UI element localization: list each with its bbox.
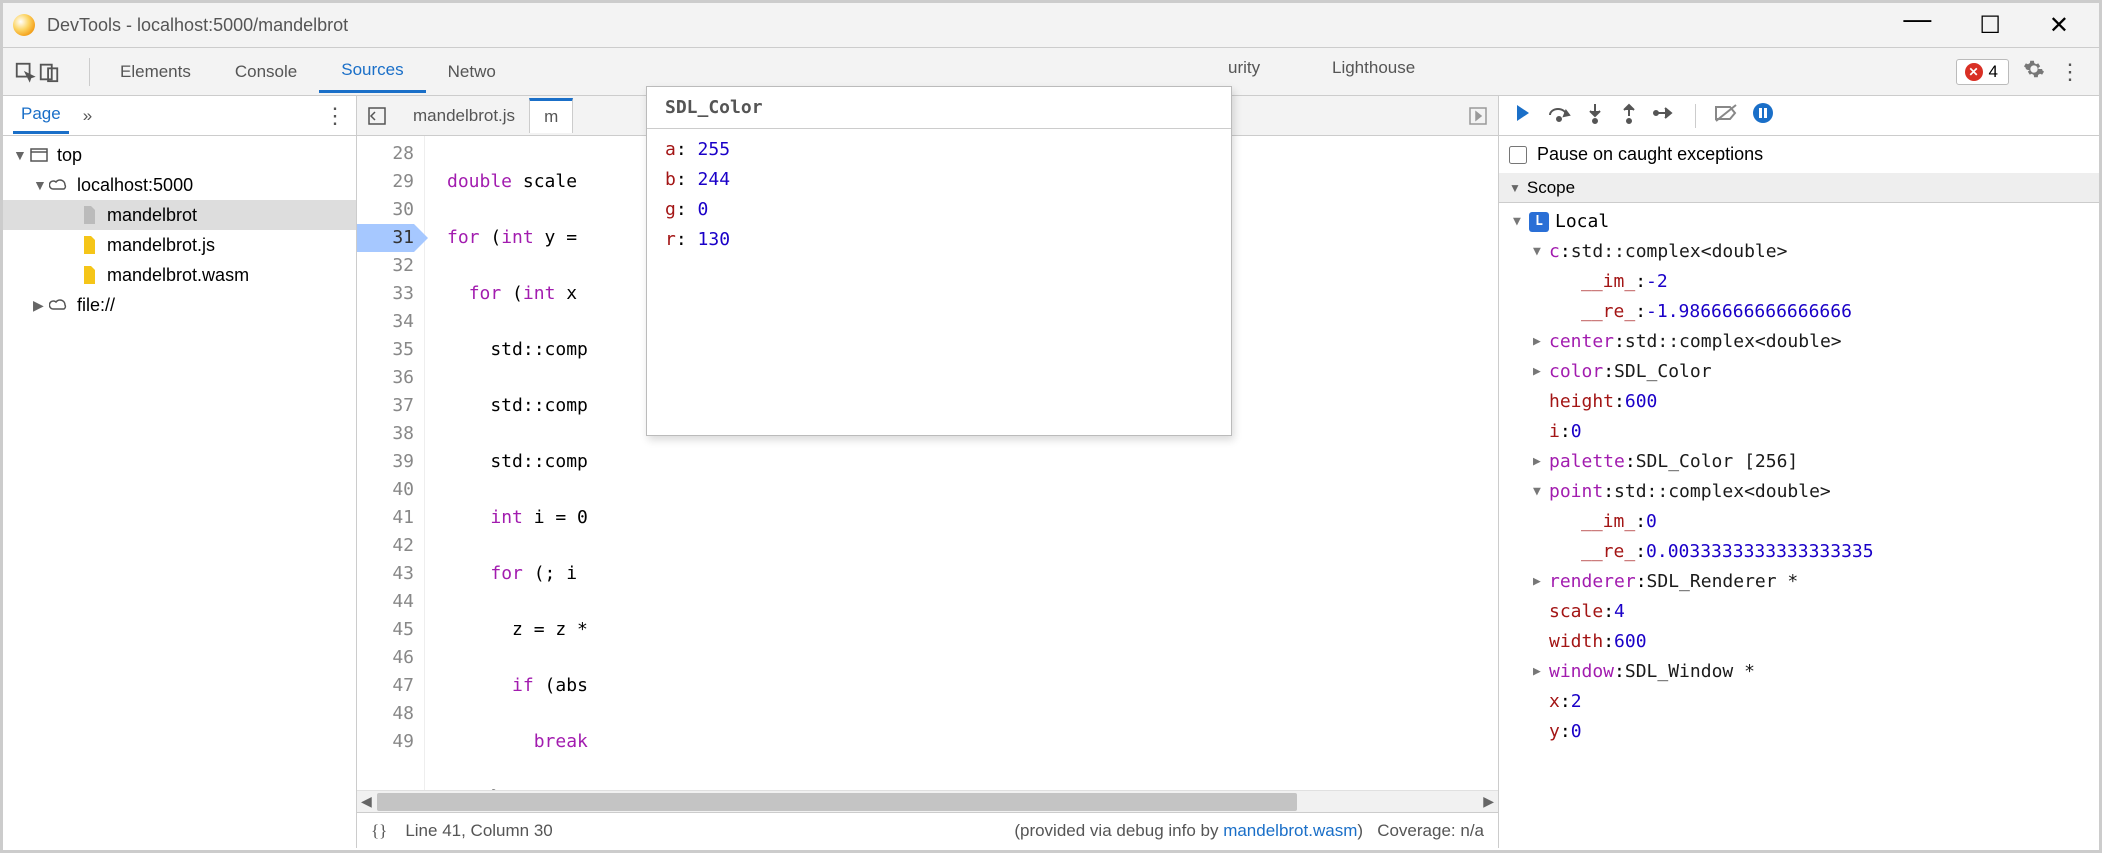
tab-security-partial[interactable]: urity bbox=[1228, 58, 1260, 78]
minimize-button[interactable]: — bbox=[1903, 3, 1931, 35]
var-point-re[interactable]: __re_: 0.0033333333333333335 bbox=[1507, 537, 2099, 567]
coverage-label: Coverage: n/a bbox=[1377, 821, 1484, 840]
tab-sources[interactable]: Sources bbox=[319, 50, 425, 93]
editor-tab-js[interactable]: mandelbrot.js bbox=[399, 100, 529, 132]
step-over-icon[interactable] bbox=[1547, 103, 1571, 128]
hover-tooltip: SDL_Color a: 255 b: 244 g: 0 r: 130 bbox=[646, 86, 1232, 436]
var-width[interactable]: width: 600 bbox=[1507, 627, 2099, 657]
settings-icon[interactable] bbox=[2023, 58, 2045, 85]
cloud-icon bbox=[49, 296, 69, 314]
more-tabs[interactable]: » bbox=[83, 106, 92, 126]
var-scale[interactable]: scale: 4 bbox=[1507, 597, 2099, 627]
tab-console[interactable]: Console bbox=[213, 52, 319, 92]
pause-caught-label: Pause on caught exceptions bbox=[1537, 144, 1763, 165]
var-renderer[interactable]: ▶renderer: SDL_Renderer * bbox=[1507, 567, 2099, 597]
var-center[interactable]: ▶center: std::complex<double> bbox=[1507, 327, 2099, 357]
close-button[interactable]: ✕ bbox=[2049, 11, 2069, 40]
var-window[interactable]: ▶window: SDL_Window * bbox=[1507, 657, 2099, 687]
var-i[interactable]: i: 0 bbox=[1507, 417, 2099, 447]
var-y[interactable]: y: 0 bbox=[1507, 717, 2099, 747]
pause-exceptions-icon[interactable] bbox=[1752, 102, 1774, 129]
debug-info-link[interactable]: mandelbrot.wasm bbox=[1223, 821, 1357, 840]
error-count-badge[interactable]: ✕ 4 bbox=[1956, 59, 2009, 85]
document-icon bbox=[79, 206, 99, 224]
var-c-re[interactable]: __re_: -1.9866666666666666 bbox=[1507, 297, 2099, 327]
tree-file-js[interactable]: mandelbrot.js bbox=[3, 230, 356, 260]
cursor-position: Line 41, Column 30 bbox=[405, 821, 552, 841]
run-snippet-icon[interactable] bbox=[1466, 106, 1490, 126]
nav-toggle-icon[interactable] bbox=[365, 106, 389, 126]
tree-top[interactable]: ▼ top bbox=[3, 140, 356, 170]
debugger-panel: Pause on caught exceptions ▼Scope ▼LLoca… bbox=[1499, 96, 2099, 848]
sidebar-kebab-icon[interactable]: ⋮ bbox=[324, 103, 346, 129]
inspect-icon[interactable] bbox=[13, 61, 37, 83]
tree-file-wasm[interactable]: mandelbrot.wasm bbox=[3, 260, 356, 290]
horizontal-scrollbar[interactable]: ◀ ▶ bbox=[357, 790, 1498, 812]
var-point[interactable]: ▼point: std::complex<double> bbox=[1507, 477, 2099, 507]
step-icon[interactable] bbox=[1653, 103, 1677, 128]
script-icon bbox=[79, 266, 99, 284]
var-color[interactable]: ▶color: SDL_Color bbox=[1507, 357, 2099, 387]
window-titlebar: DevTools - localhost:5000/mandelbrot — ☐… bbox=[3, 3, 2099, 48]
var-height[interactable]: height: 600 bbox=[1507, 387, 2099, 417]
frame-icon bbox=[29, 146, 49, 164]
pretty-print-icon[interactable]: {} bbox=[371, 821, 387, 841]
error-icon: ✕ bbox=[1965, 63, 1983, 81]
tab-elements[interactable]: Elements bbox=[98, 52, 213, 92]
var-point-im[interactable]: __im_: 0 bbox=[1507, 507, 2099, 537]
error-count: 4 bbox=[1989, 62, 1998, 82]
line-gutter[interactable]: 2829303132333435363738394041424344454647… bbox=[357, 136, 425, 790]
cloud-icon bbox=[49, 176, 69, 194]
tab-network[interactable]: Netwo bbox=[426, 52, 518, 92]
tab-lighthouse[interactable]: Lighthouse bbox=[1332, 58, 1415, 78]
resume-icon[interactable] bbox=[1511, 103, 1533, 128]
deactivate-breakpoints-icon[interactable] bbox=[1714, 103, 1738, 128]
var-c-im[interactable]: __im_: -2 bbox=[1507, 267, 2099, 297]
tree-host[interactable]: ▼ localhost:5000 bbox=[3, 170, 356, 200]
devtools-icon bbox=[13, 14, 35, 36]
window-title: DevTools - localhost:5000/mandelbrot bbox=[47, 15, 348, 36]
step-out-icon[interactable] bbox=[1619, 102, 1639, 129]
tooltip-title: SDL_Color bbox=[647, 87, 1231, 129]
scope-section-header[interactable]: ▼Scope bbox=[1499, 174, 2099, 203]
navigator-sidebar: Page » ⋮ ▼ top ▼ localhost:5000 mandelbr… bbox=[3, 96, 357, 848]
script-icon bbox=[79, 236, 99, 254]
tree-file-mandelbrot[interactable]: mandelbrot bbox=[3, 200, 356, 230]
page-tab[interactable]: Page bbox=[13, 97, 69, 134]
var-x[interactable]: x: 2 bbox=[1507, 687, 2099, 717]
step-into-icon[interactable] bbox=[1585, 102, 1605, 129]
kebab-menu-icon[interactable]: ⋮ bbox=[2059, 59, 2081, 85]
var-c[interactable]: ▼c: std::complex<double> bbox=[1507, 237, 2099, 267]
pause-caught-checkbox[interactable] bbox=[1509, 146, 1527, 164]
scope-local[interactable]: ▼LLocal bbox=[1507, 207, 2099, 237]
device-toggle-icon[interactable] bbox=[37, 61, 61, 83]
editor-statusbar: {} Line 41, Column 30 (provided via debu… bbox=[357, 812, 1498, 848]
maximize-button[interactable]: ☐ bbox=[1979, 11, 2001, 40]
var-palette[interactable]: ▶palette: SDL_Color [256] bbox=[1507, 447, 2099, 477]
tree-file-scheme[interactable]: ▶ file:// bbox=[3, 290, 356, 320]
editor-tab-active[interactable]: m bbox=[529, 98, 573, 133]
